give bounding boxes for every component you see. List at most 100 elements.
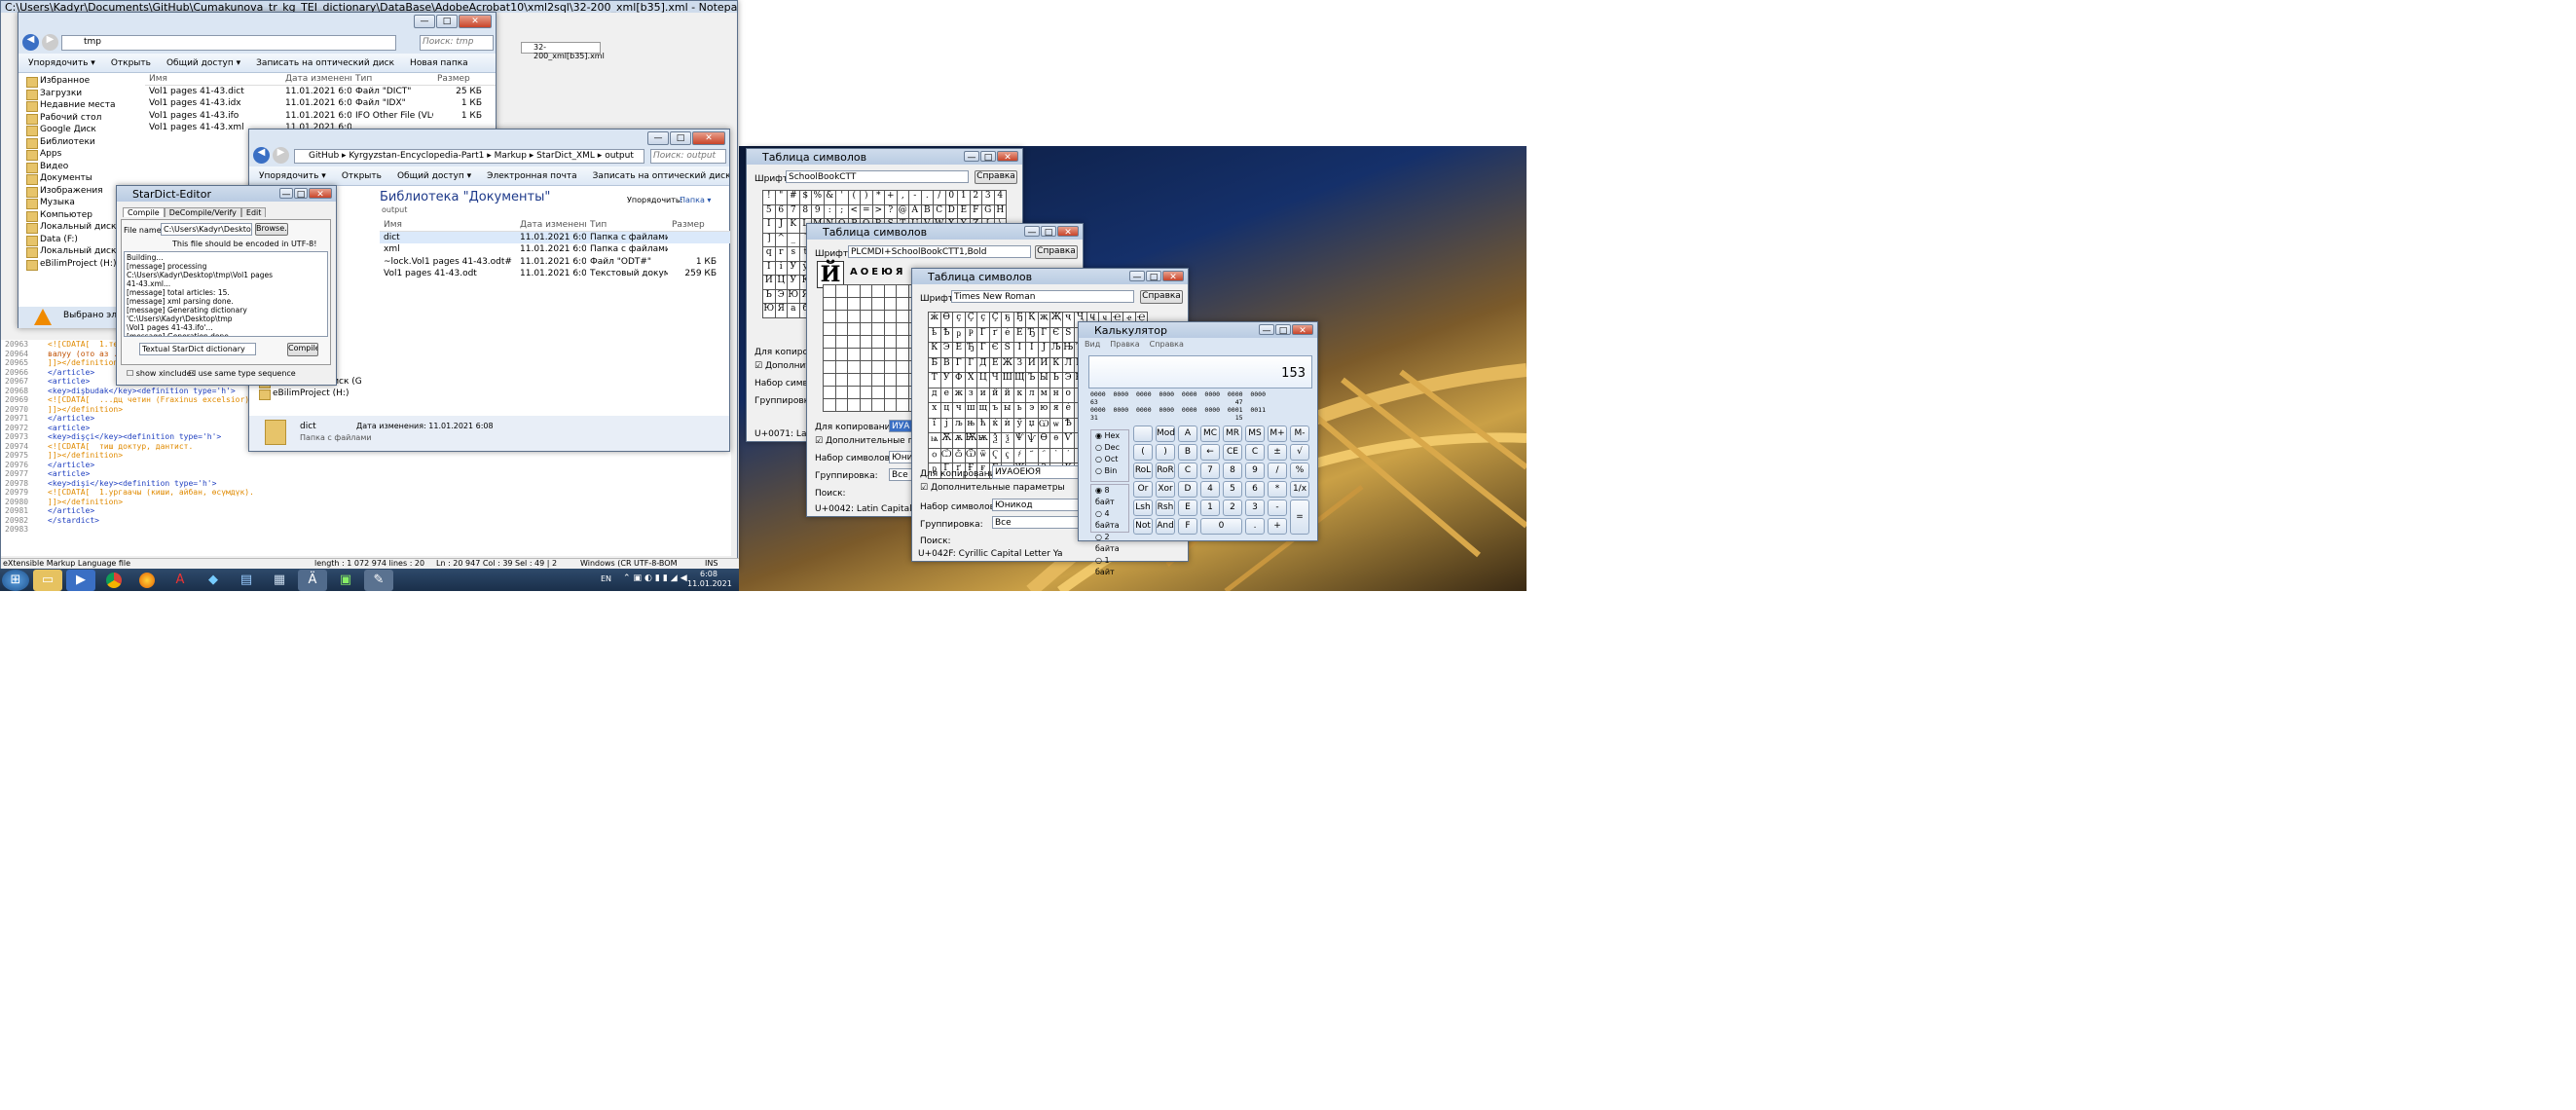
char-cell[interactable]: щ	[977, 403, 990, 419]
char-cell[interactable]: ъ	[989, 403, 1002, 419]
radio-dec[interactable]: ○ Dec	[1095, 442, 1128, 454]
char-cell[interactable]: Ж	[1002, 357, 1014, 373]
char-cell[interactable]: ї	[929, 418, 941, 433]
toolbar-item[interactable]: Общий доступ ▾	[166, 58, 240, 68]
char-cell[interactable]	[835, 323, 848, 336]
char-cell[interactable]: s	[788, 247, 800, 262]
sidebar-item[interactable]: Документы	[20, 172, 129, 185]
char-cell[interactable]	[824, 387, 836, 399]
char-cell[interactable]: о	[1062, 388, 1075, 403]
char-cell[interactable]	[872, 387, 885, 399]
char-cell[interactable]: Ө	[940, 313, 953, 328]
key-=[interactable]: =	[1290, 500, 1309, 535]
key--[interactable]: -	[1268, 500, 1287, 516]
char-cell[interactable]: ц	[940, 403, 953, 419]
key-5[interactable]: 5	[1223, 481, 1242, 498]
char-cell[interactable]: ҅	[1050, 448, 1063, 463]
char-cell[interactable]: 4	[994, 191, 1007, 205]
char-cell[interactable]	[897, 361, 909, 374]
char-cell[interactable]: /	[934, 191, 946, 205]
char-cell[interactable]: )	[861, 191, 873, 205]
char-cell[interactable]: а	[788, 304, 800, 318]
key-6[interactable]: 6	[1245, 481, 1265, 498]
key-MR[interactable]: MR	[1223, 426, 1242, 442]
char-cell[interactable]	[848, 374, 861, 387]
char-cell[interactable]: ӂ	[929, 313, 941, 328]
minimize-button[interactable]: —	[279, 188, 293, 200]
char-cell[interactable]: '	[836, 191, 849, 205]
char-cell[interactable]: Х	[965, 373, 977, 388]
menu-item[interactable]: Вид	[1085, 340, 1100, 349]
file-row[interactable]: Vol1 pages 41-43.idx 11.01.2021 6:05 Файл …	[145, 97, 496, 110]
char-cell[interactable]: ѽ	[953, 448, 966, 463]
char-cell[interactable]: 7	[788, 204, 800, 219]
menu-item[interactable]: Справка	[1150, 340, 1184, 349]
calculator-window[interactable]: Калькулятор — □ ✕ Вид Правка Справка 153 000…	[1078, 321, 1318, 576]
char-cell[interactable]	[872, 374, 885, 387]
char-cell[interactable]: Ё	[1013, 327, 1026, 343]
key-.[interactable]: .	[1245, 518, 1265, 535]
key-Or[interactable]: Or	[1133, 481, 1153, 498]
toolbar-item[interactable]: Записать на оптический диск	[256, 58, 394, 68]
char-cell[interactable]: л	[1026, 388, 1039, 403]
char-cell[interactable]	[872, 285, 885, 298]
char-cell[interactable]: э	[1026, 403, 1039, 419]
navigation-pane[interactable]: Избранное Загрузки Недавние места Рабочий с…	[20, 75, 129, 316]
file-row[interactable]: Vol1 pages 41-43.odt 11.01.2021 6:01 Текст…	[380, 268, 730, 280]
toolbar-item[interactable]: Общий доступ ▾	[397, 171, 471, 181]
char-cell[interactable]	[860, 311, 872, 323]
char-cell[interactable]	[884, 387, 897, 399]
character-grid[interactable]	[823, 284, 921, 412]
file-row[interactable]: ~lock.Vol1 pages 41-43.odt# 11.01.2021 6:…	[380, 256, 730, 269]
sidebar-item[interactable]: Библиотеки	[20, 136, 129, 148]
char-cell[interactable]: A	[909, 204, 922, 219]
char-cell[interactable]	[860, 349, 872, 361]
sidebar-item[interactable]: Google Диск	[20, 124, 129, 136]
char-cell[interactable]: І	[1013, 343, 1026, 358]
char-cell[interactable]	[860, 323, 872, 336]
char-cell[interactable]: Г	[965, 357, 977, 373]
back-icon[interactable]: ◀	[253, 147, 270, 164]
minimize-button[interactable]: —	[1024, 226, 1040, 238]
char-cell[interactable]	[848, 349, 861, 361]
char-cell[interactable]: q	[763, 247, 776, 262]
char-cell[interactable]	[884, 323, 897, 336]
key-A[interactable]: A	[1178, 426, 1197, 442]
app-taskbar-icon[interactable]: ◆	[199, 570, 228, 591]
char-cell[interactable]: ь	[1013, 403, 1026, 419]
minimize-button[interactable]: —	[964, 151, 979, 163]
char-cell[interactable]: ў	[1013, 418, 1026, 433]
char-cell[interactable]: 3	[982, 191, 995, 205]
key-Mod[interactable]: Mod	[1156, 426, 1175, 442]
char-cell[interactable]: Й	[763, 276, 776, 290]
char-cell[interactable]	[848, 387, 861, 399]
char-cell[interactable]	[835, 298, 848, 311]
char-cell[interactable]: :	[824, 204, 836, 219]
char-cell[interactable]	[848, 336, 861, 349]
char-cell[interactable]: @	[897, 204, 909, 219]
char-cell[interactable]: Ѿ	[965, 448, 977, 463]
word-size-group[interactable]: ◉ 8 байт ○ 4 байта ○ 2 байта ○ 1 байт	[1090, 484, 1129, 576]
char-cell[interactable]	[824, 323, 836, 336]
char-cell[interactable]: 1	[958, 191, 971, 205]
char-cell[interactable]	[835, 374, 848, 387]
char-cell[interactable]: ҫ	[953, 313, 966, 328]
char-cell[interactable]: %	[812, 191, 825, 205]
charmap-taskbar-icon[interactable]: Ä	[298, 569, 327, 591]
char-cell[interactable]: Ю	[788, 289, 800, 304]
sidebar-item[interactable]: Изображения	[20, 185, 129, 197]
char-cell[interactable]: Ѽ	[940, 448, 953, 463]
key-±[interactable]: ±	[1268, 444, 1287, 461]
font-select[interactable]: Times New Roman	[951, 290, 1134, 303]
document-taskbar-icon[interactable]: ▦	[265, 570, 294, 591]
forward-icon[interactable]: ▶	[42, 34, 58, 51]
column-header[interactable]: Тип	[586, 219, 668, 231]
char-cell[interactable]	[897, 349, 909, 361]
char-cell[interactable]: к	[1013, 388, 1026, 403]
sidebar-item[interactable]: Рабочий стол	[20, 112, 129, 124]
key-C[interactable]: C	[1245, 444, 1265, 461]
maximize-button[interactable]: □	[980, 151, 996, 163]
char-cell[interactable]: ѿ	[977, 448, 990, 463]
tab-compile[interactable]: Compile	[123, 207, 165, 217]
file-row[interactable]: xml 11.01.2021 6:07 Папка с файлами	[380, 243, 730, 256]
